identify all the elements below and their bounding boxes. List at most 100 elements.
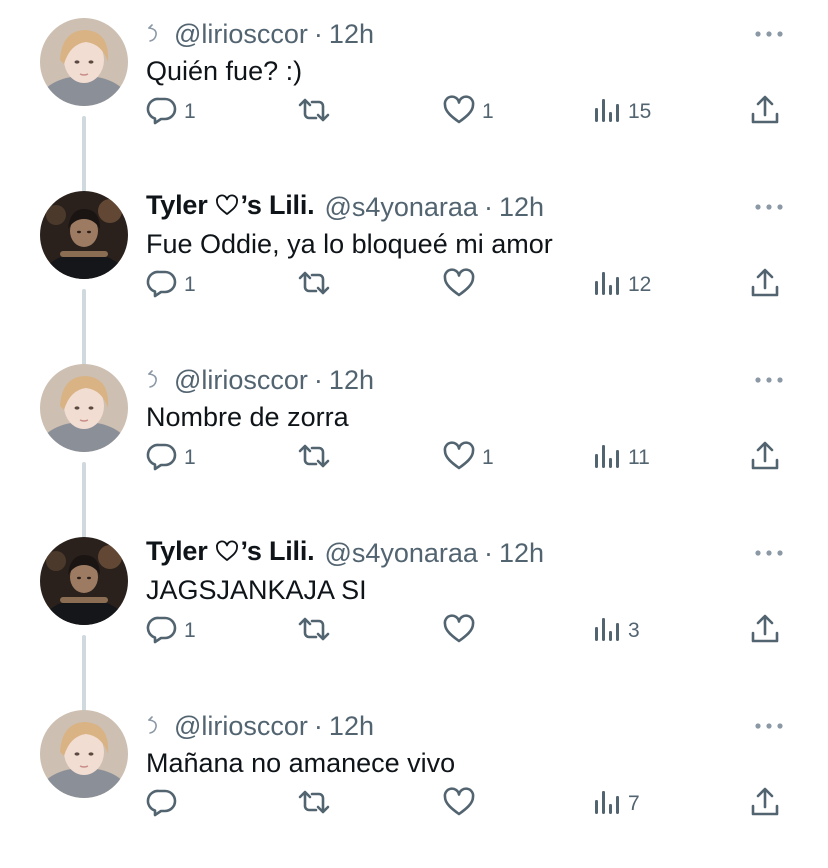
views-icon — [592, 440, 622, 477]
action-bar: 1 1 11 — [0, 438, 828, 478]
views-button[interactable]: 11 — [592, 438, 650, 478]
views-button[interactable]: 15 — [592, 92, 651, 132]
tweet-header: @liriosccor · 12h — [146, 362, 374, 398]
tweet[interactable]: @liriosccor · 12h Mañana no amanece vivo — [0, 692, 828, 865]
display-name-part: ’s Lili. — [240, 536, 315, 566]
more-icon[interactable] — [754, 22, 784, 46]
views-count: 7 — [628, 792, 640, 815]
display-name-part: Tyler — [146, 536, 208, 566]
tweet-text: Quién fue? :) — [146, 56, 303, 86]
retweet-button[interactable] — [296, 438, 338, 478]
action-bar: 1 3 — [0, 611, 828, 651]
like-button[interactable] — [442, 265, 482, 305]
heart-icon — [442, 267, 476, 304]
views-button[interactable]: 7 — [592, 784, 640, 824]
tweet[interactable]: Tyler ’s Lili. @s4yonaraa · 12h Fue Oddie… — [0, 173, 828, 367]
reply-mark-icon — [146, 365, 160, 396]
reply-button[interactable]: 1 — [146, 438, 196, 478]
reply-mark-icon — [146, 19, 160, 50]
like-count: 1 — [482, 100, 494, 123]
share-icon — [749, 93, 781, 132]
views-icon — [592, 94, 622, 131]
timestamp[interactable]: 12h — [499, 538, 544, 569]
retweet-button[interactable] — [296, 265, 338, 305]
tweet-header: @liriosccor · 12h — [146, 708, 374, 744]
heart-icon — [442, 786, 476, 823]
reply-icon — [146, 786, 178, 823]
display-name-part: ’s Lili. — [240, 190, 315, 220]
separator: · — [483, 191, 493, 222]
views-button[interactable]: 12 — [592, 265, 651, 305]
tweet-header: Tyler ’s Lili. @s4yonaraa · 12h — [146, 535, 544, 571]
heart-icon — [442, 613, 476, 650]
like-button[interactable]: 1 — [442, 92, 494, 132]
tweet-text: Nombre de zorra — [146, 402, 349, 432]
views-icon — [592, 267, 622, 304]
share-button[interactable] — [749, 611, 781, 651]
like-count: 1 — [482, 446, 494, 469]
tweet[interactable]: Tyler ’s Lili. @s4yonaraa · 12h JAGSJANKA… — [0, 519, 828, 713]
reply-icon — [146, 94, 178, 131]
reply-thread: @liriosccor · 12h Quién fue? :) 1 1 15 T… — [0, 0, 828, 868]
share-button[interactable] — [749, 265, 781, 305]
heart-icon — [442, 94, 476, 131]
share-button[interactable] — [749, 438, 781, 478]
author-display-name[interactable]: Tyler ’s Lili. — [146, 190, 315, 224]
reply-button[interactable]: 1 — [146, 265, 196, 305]
like-button[interactable] — [442, 784, 482, 824]
share-icon — [749, 439, 781, 478]
reply-count: 1 — [184, 619, 196, 642]
retweet-button[interactable] — [296, 92, 338, 132]
share-icon — [749, 612, 781, 651]
tweet-header: Tyler ’s Lili. @s4yonaraa · 12h — [146, 189, 544, 225]
author-handle[interactable]: @s4yonaraa — [324, 538, 478, 569]
retweet-icon — [296, 786, 332, 823]
author-handle[interactable]: @liriosccor — [174, 365, 308, 396]
heart-outline-icon — [214, 539, 240, 570]
action-bar: 1 1 15 — [0, 92, 828, 132]
action-bar: 1 12 — [0, 265, 828, 305]
reply-icon — [146, 267, 178, 304]
author-display-name[interactable]: Tyler ’s Lili. — [146, 536, 315, 570]
separator: · — [483, 537, 493, 568]
author-handle[interactable]: @liriosccor — [174, 711, 308, 742]
reply-count: 1 — [184, 446, 196, 469]
share-button[interactable] — [749, 92, 781, 132]
heart-icon — [442, 440, 476, 477]
like-button[interactable] — [442, 611, 482, 651]
action-bar: 7 — [0, 784, 828, 824]
more-icon[interactable] — [754, 714, 784, 738]
share-button[interactable] — [749, 784, 781, 824]
tweet-text: Mañana no amanece vivo — [146, 748, 456, 778]
like-button[interactable]: 1 — [442, 438, 494, 478]
reply-button[interactable] — [146, 784, 184, 824]
views-count: 11 — [628, 446, 650, 469]
retweet-icon — [296, 94, 332, 131]
tweet-header: @liriosccor · 12h — [146, 16, 374, 52]
reply-icon — [146, 613, 178, 650]
views-button[interactable]: 3 — [592, 611, 640, 651]
timestamp[interactable]: 12h — [329, 19, 374, 50]
reply-mark-icon — [146, 711, 160, 742]
reply-button[interactable]: 1 — [146, 92, 196, 132]
timestamp[interactable]: 12h — [499, 192, 544, 223]
reply-button[interactable]: 1 — [146, 611, 196, 651]
timestamp[interactable]: 12h — [329, 365, 374, 396]
heart-outline-icon — [214, 193, 240, 224]
tweet[interactable]: @liriosccor · 12h Nombre de zorra 1 1 11 — [0, 346, 828, 540]
tweet[interactable]: @liriosccor · 12h Quién fue? :) 1 1 15 — [0, 0, 828, 194]
retweet-button[interactable] — [296, 611, 338, 651]
more-icon[interactable] — [754, 195, 784, 219]
views-icon — [592, 613, 622, 650]
retweet-button[interactable] — [296, 784, 338, 824]
more-icon[interactable] — [754, 368, 784, 392]
separator: · — [313, 18, 323, 49]
author-handle[interactable]: @s4yonaraa — [324, 192, 478, 223]
reply-count: 1 — [184, 100, 196, 123]
views-count: 3 — [628, 619, 640, 642]
retweet-icon — [296, 440, 332, 477]
display-name-part: Tyler — [146, 190, 208, 220]
more-icon[interactable] — [754, 541, 784, 565]
author-handle[interactable]: @liriosccor — [174, 19, 308, 50]
timestamp[interactable]: 12h — [329, 711, 374, 742]
